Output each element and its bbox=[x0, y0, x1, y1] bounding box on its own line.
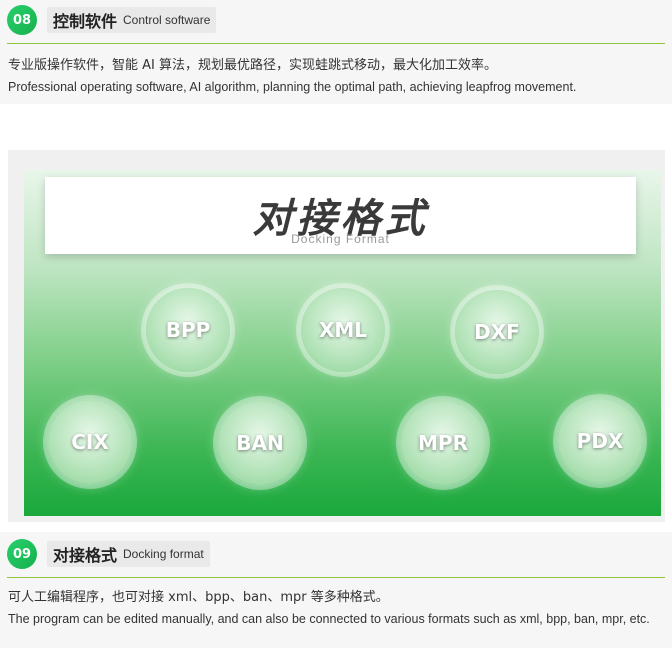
section-header-docking-format: 09 对接格式 Docking format bbox=[7, 539, 210, 569]
section-description-cn: 专业版操作软件，智能 AI 算法，规划最优路径，实现蛙跳式移动，最大化加工效率。 bbox=[8, 58, 497, 73]
section-description-en: Professional operating software, AI algo… bbox=[8, 80, 577, 94]
section-title-cn: 对接格式 bbox=[53, 546, 118, 565]
section-title-cn: 控制软件 bbox=[53, 12, 118, 31]
format-label: BPP bbox=[165, 318, 211, 342]
format-bubble-bpp: BPP bbox=[146, 288, 230, 372]
section-number-badge: 08 bbox=[7, 5, 37, 35]
banner-title-card: 对接格式 Docking Format bbox=[45, 177, 636, 254]
section-divider bbox=[7, 577, 665, 578]
section-description-cn: 可人工编辑程序，也可对接 xml、bpp、ban、mpr 等多种格式。 bbox=[8, 590, 389, 605]
section-title-box: 对接格式 Docking format bbox=[47, 541, 210, 567]
docking-format-banner: 对接格式 Docking Format BPP XML DXF CIX BAN … bbox=[8, 150, 665, 522]
format-label: BAN bbox=[236, 431, 284, 455]
format-label: PDX bbox=[576, 429, 624, 453]
section-header-control-software: 08 控制软件 Control software bbox=[7, 5, 217, 35]
format-bubble-mpr: MPR bbox=[401, 401, 485, 485]
format-bubble-pdx: PDX bbox=[558, 399, 642, 483]
section-divider bbox=[7, 43, 665, 44]
format-label: XML bbox=[318, 318, 368, 342]
banner-gradient-area: 对接格式 Docking Format BPP XML DXF CIX BAN … bbox=[24, 170, 661, 516]
format-bubble-xml: XML bbox=[301, 288, 385, 372]
format-label: MPR bbox=[418, 431, 468, 455]
banner-subtitle: Docking Format bbox=[291, 232, 390, 246]
format-label: CIX bbox=[71, 430, 109, 454]
format-bubble-ban: BAN bbox=[218, 401, 302, 485]
section-title-en: Docking format bbox=[123, 547, 204, 561]
section-title-box: 控制软件 Control software bbox=[47, 7, 217, 33]
section-description-en: The program can be edited manually, and … bbox=[8, 612, 650, 626]
format-label: DXF bbox=[474, 320, 520, 344]
format-bubble-dxf: DXF bbox=[455, 290, 539, 374]
section-number-badge: 09 bbox=[7, 539, 37, 569]
format-bubble-cix: CIX bbox=[48, 400, 132, 484]
section-title-en: Control software bbox=[123, 13, 211, 27]
